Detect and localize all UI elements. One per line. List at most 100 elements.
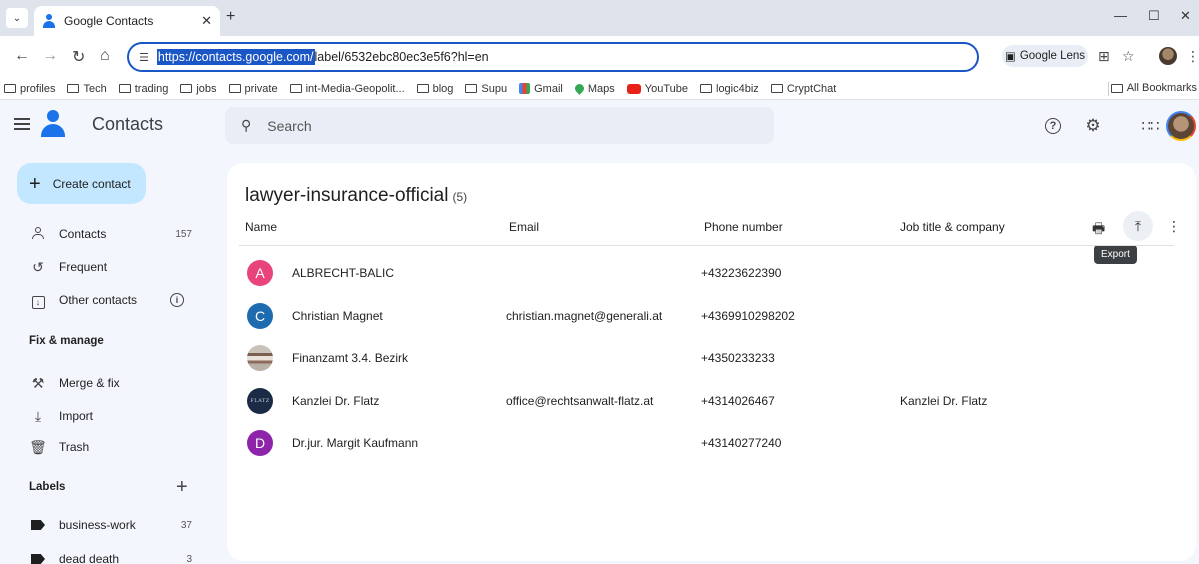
youtube-icon: [626, 83, 641, 94]
bookmark-jobs[interactable]: jobs: [180, 82, 217, 95]
search-placeholder: Search: [267, 117, 312, 134]
install-app-icon[interactable]: ⊞: [1098, 48, 1110, 65]
tab-close-icon[interactable]: ✕: [201, 13, 212, 29]
contact-row[interactable]: C Christian Magnet christian.magnet@gene…: [227, 295, 1196, 337]
site-settings-icon[interactable]: ☰: [139, 51, 149, 64]
bookmark-private[interactable]: private: [228, 83, 278, 95]
sidebar-item-trash[interactable]: 🗑 Trash: [17, 434, 192, 460]
app-title[interactable]: Contacts: [92, 114, 163, 135]
bookmark-label: Tech: [83, 82, 107, 95]
account-avatar[interactable]: [1166, 111, 1196, 141]
reload-icon[interactable]: ↻: [72, 47, 85, 67]
contact-avatar: D: [247, 430, 273, 456]
sidebar-item-label: Contacts: [59, 227, 107, 241]
labels-heading: Labels: [29, 481, 66, 493]
print-icon[interactable]: 🖶: [1092, 218, 1105, 242]
bookmark-supu[interactable]: Supu: [465, 83, 507, 95]
address-bar[interactable]: ☰ https://contacts.google.com/label/6532…: [127, 42, 979, 72]
more-options-icon[interactable]: ⋮: [1167, 218, 1181, 235]
bookmark-cryptchat[interactable]: CryptChat: [770, 83, 836, 95]
bookmark-label: logic4biz: [716, 82, 759, 95]
sidebar-label-dead-death[interactable]: dead death 3: [17, 546, 192, 564]
gmail-icon: [519, 83, 531, 94]
contacts-logo-icon[interactable]: [40, 110, 66, 138]
url-selected-text: https://contacts.google.com/: [156, 49, 315, 65]
main-menu-icon[interactable]: [14, 118, 30, 130]
browser-profile-avatar[interactable]: [1159, 47, 1177, 65]
bookmark-gmail[interactable]: Gmail: [519, 83, 563, 95]
contact-row[interactable]: D Dr.jur. Margit Kaufmann +43140277240: [227, 422, 1196, 464]
contact-logo-flatz: FLATZ: [247, 388, 273, 414]
tab-search-chevron-icon[interactable]: ⌄: [6, 8, 28, 28]
new-tab-icon[interactable]: +: [226, 8, 235, 26]
sidebar-item-frequent[interactable]: ↺ Frequent: [17, 254, 192, 280]
home-icon[interactable]: ⌂: [100, 47, 110, 65]
bookmark-int-media[interactable]: int-Media-Geopolit...: [289, 83, 405, 95]
list-title: lawyer-insurance-official (5): [245, 185, 467, 207]
column-header-email[interactable]: Email: [509, 220, 539, 234]
google-lens-button[interactable]: ▣ Google Lens: [1002, 45, 1088, 67]
folder-icon: [180, 84, 193, 93]
bookmarks-bar: profiles Tech trading jobs private int-M…: [0, 78, 1199, 100]
column-header-name[interactable]: Name: [245, 220, 277, 234]
person-icon: [29, 226, 47, 242]
minimize-icon[interactable]: —: [1114, 8, 1127, 23]
header-divider: [239, 245, 1174, 246]
browser-menu-icon[interactable]: ⋮: [1186, 48, 1199, 65]
contact-phone: +4369910298202: [701, 309, 795, 323]
label-name: lawyer-insurance-official: [245, 185, 449, 206]
window-close-icon[interactable]: ✕: [1180, 8, 1191, 24]
column-header-phone[interactable]: Phone number: [704, 220, 783, 234]
back-icon[interactable]: ←: [14, 47, 30, 65]
column-header-job[interactable]: Job title & company: [900, 220, 1005, 234]
all-bookmarks-button[interactable]: All Bookmarks: [1110, 82, 1197, 94]
history-icon: ↺: [32, 258, 44, 275]
sidebar-item-label: Other contacts: [59, 293, 138, 307]
bookmark-trading[interactable]: trading: [118, 83, 168, 95]
bookmark-maps[interactable]: Maps: [572, 82, 615, 95]
url-rest-text: label/6532ebc80ec3e5f6?hl=en: [314, 50, 489, 64]
folder-icon: [770, 84, 783, 93]
sidebar-item-contacts[interactable]: Contacts 157: [17, 221, 192, 247]
bookmark-label: jobs: [196, 82, 217, 95]
sidebar-item-merge-fix[interactable]: ⚒ Merge & fix: [17, 370, 192, 396]
bookmark-blog[interactable]: blog: [416, 83, 453, 95]
label-icon: [29, 551, 47, 564]
bookmark-star-icon[interactable]: ☆: [1122, 48, 1135, 65]
sidebar-item-import[interactable]: ⤓ Import: [17, 403, 192, 429]
browser-toolbar: ← → ↻ ⌂ ☰ https://contacts.google.com/la…: [0, 36, 1199, 78]
sidebar-label-business-work[interactable]: business-work 37: [17, 512, 192, 538]
sidebar-item-other-contacts[interactable]: ↓ Other contacts i: [17, 287, 192, 313]
folder-icon: [228, 84, 241, 93]
browser-tab[interactable]: Google Contacts ✕: [34, 6, 220, 36]
plus-icon: +: [29, 172, 41, 195]
bookmarks-separator: [1108, 82, 1109, 96]
contact-name: ALBRECHT-BALIC: [292, 266, 395, 280]
create-contact-button[interactable]: + Create contact: [17, 163, 146, 204]
gear-icon[interactable]: ⚙: [1084, 116, 1102, 135]
contact-phone: +43140277240: [701, 436, 782, 450]
bookmark-tech[interactable]: Tech: [67, 82, 107, 95]
info-icon[interactable]: i: [170, 293, 184, 307]
contact-row[interactable]: Finanzamt 3.4. Bezirk +4350233233: [227, 337, 1196, 379]
folder-icon: [1110, 83, 1123, 93]
export-button[interactable]: ⤒: [1123, 211, 1153, 241]
contact-phone: +43223622390: [701, 266, 782, 280]
bookmark-label: Supu: [481, 82, 508, 95]
contact-name: Kanzlei Dr. Flatz: [292, 394, 380, 408]
download-tray-icon: ↓: [29, 292, 47, 309]
merge-tools-icon: ⚒: [31, 374, 45, 391]
apps-grid-icon[interactable]: ∷∷: [1141, 117, 1159, 135]
contact-row[interactable]: A ALBRECHT-BALIC +43223622390: [227, 252, 1196, 294]
help-icon[interactable]: ?: [1045, 118, 1061, 134]
bookmark-profiles[interactable]: profiles: [4, 83, 55, 95]
contact-row[interactable]: FLATZ Kanzlei Dr. Flatz office@rechtsanw…: [227, 380, 1196, 422]
forward-icon[interactable]: →: [42, 47, 58, 65]
add-label-icon[interactable]: +: [176, 476, 188, 499]
contact-name: Dr.jur. Margit Kaufmann: [292, 436, 419, 450]
maximize-icon[interactable]: ☐: [1148, 8, 1160, 24]
bookmark-youtube[interactable]: YouTube: [626, 83, 688, 95]
search-input[interactable]: ⚲ Search: [225, 107, 774, 144]
bookmark-logic4biz[interactable]: logic4biz: [700, 83, 759, 95]
contact-job: Kanzlei Dr. Flatz: [900, 394, 988, 408]
